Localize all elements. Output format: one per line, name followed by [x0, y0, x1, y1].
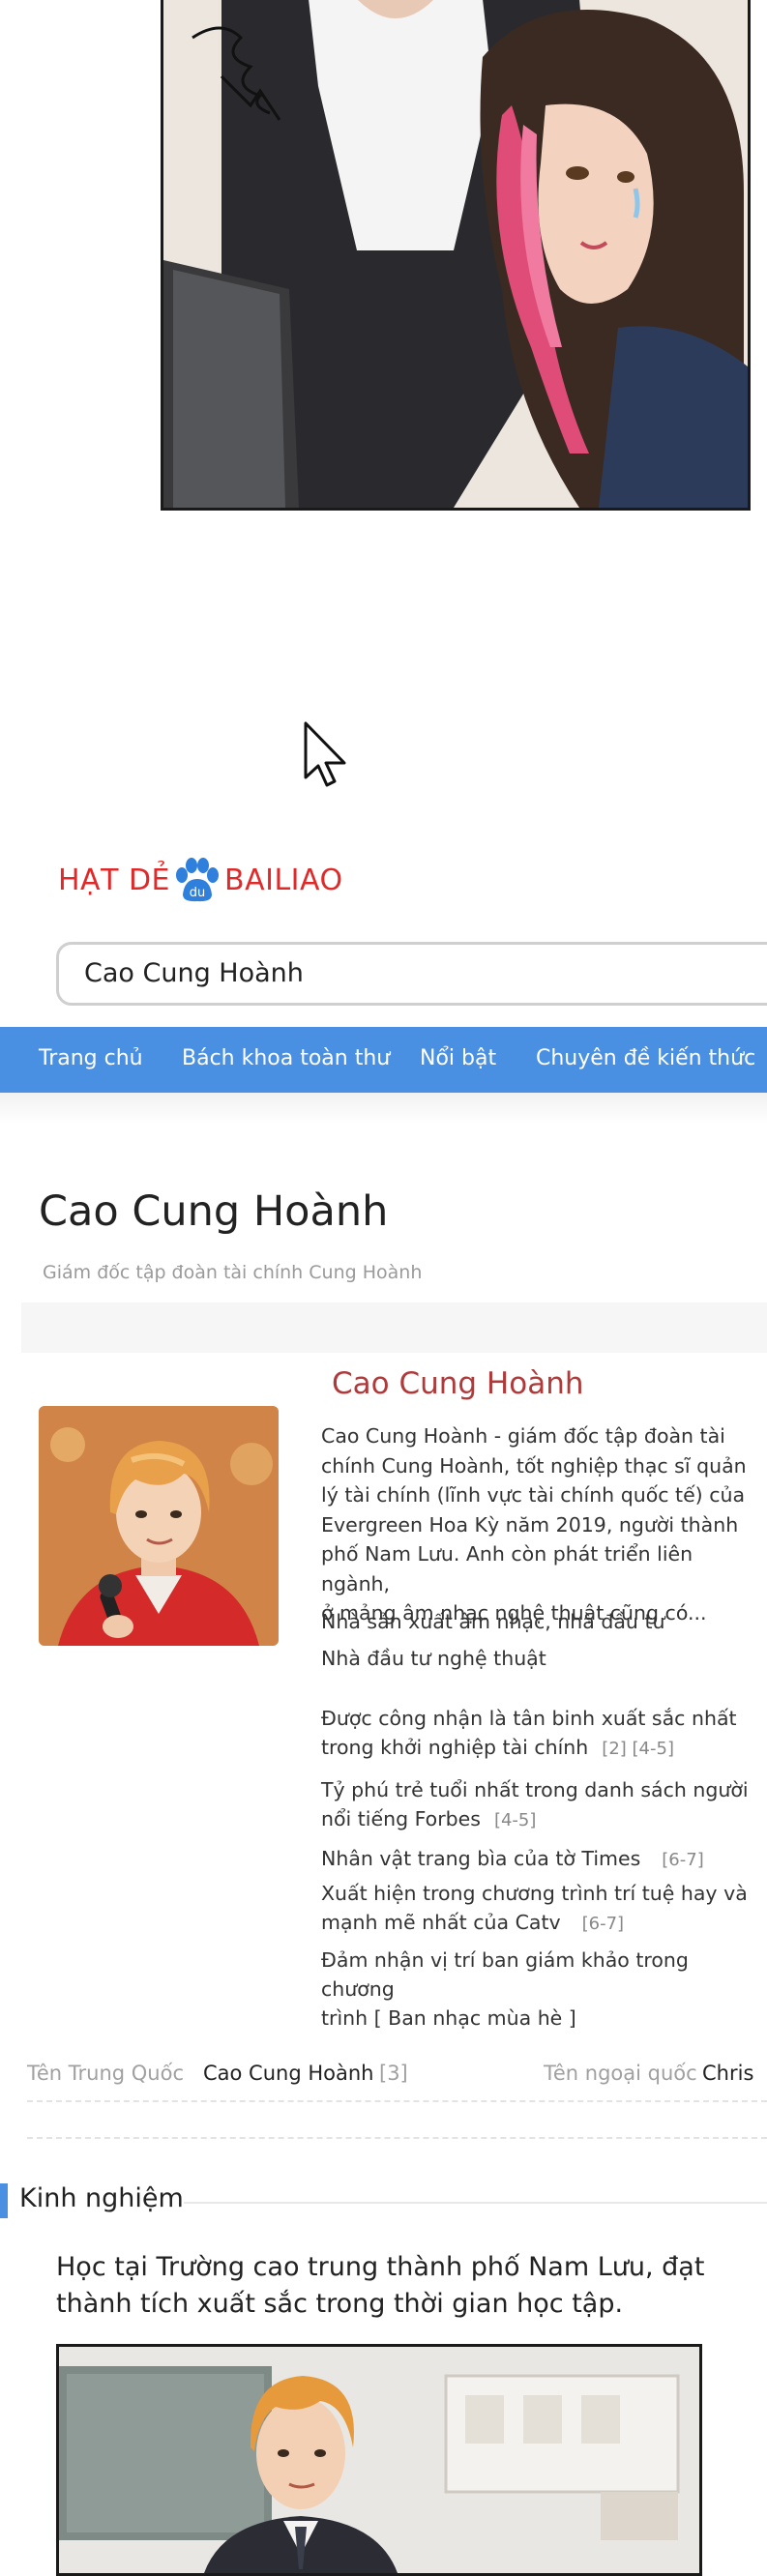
fact-item: Xuất hiện trong chương trình trí tuệ hay…: [321, 1879, 756, 1939]
reference-link[interactable]: [2] [4-5]: [602, 1739, 674, 1759]
fact-line: trong khởi nghiệp tài chính: [321, 1736, 589, 1759]
chinese-name-ref[interactable]: [3]: [379, 2062, 408, 2085]
profile-role: Nhà đầu tư nghệ thuật: [321, 1647, 546, 1670]
fact-line: nổi tiếng Forbes: [321, 1807, 481, 1830]
portrait-illustration: [39, 1406, 279, 1646]
nav-item-encyclopedia[interactable]: Bách khoa toàn thư: [182, 1046, 390, 1070]
profile-summary: Cao Cung Hoành - giám đốc tập đoàn tài c…: [321, 1421, 752, 1628]
reference-link[interactable]: [6-7]: [582, 1914, 624, 1934]
reference-link[interactable]: [6-7]: [662, 1850, 703, 1870]
fact-line: Nhân vật trang bìa của tờ Times: [321, 1847, 641, 1870]
nav-item-home[interactable]: Trang chủ: [39, 1046, 143, 1070]
fact-item: Nhân vật trang bìa của tờ Times [6-7]: [321, 1844, 756, 1875]
separator-band: [21, 1303, 767, 1353]
mouse-cursor-icon: [304, 721, 346, 787]
summary-line: Cao Cung Hoành - giám đốc tập đoàn tài: [321, 1424, 725, 1448]
fact-item: Tỷ phú trẻ tuổi nhất trong danh sách ngư…: [321, 1775, 756, 1835]
summary-line: lý tài chính (lĩnh vực tài chính quốc tế…: [321, 1483, 746, 1507]
chinese-name-label: Tên Trung Quốc: [27, 2062, 185, 2085]
section-marker: [0, 2183, 8, 2218]
fact-line: Tỷ phú trẻ tuổi nhất trong danh sách ngư…: [321, 1778, 749, 1801]
summary-line: Evergreen Hoa Kỳ năm 2019, người thành: [321, 1512, 739, 1537]
nav-item-topics[interactable]: Chuyên đề kiến thức: [536, 1046, 755, 1070]
fact-item: Đảm nhận vị trí ban giám khảo trong chươ…: [321, 1946, 756, 2033]
nav-item-featured[interactable]: Nổi bật: [420, 1046, 496, 1070]
nav-shadow: [0, 1093, 767, 1124]
section-rule: [184, 2202, 767, 2204]
fact-line: Đảm nhận vị trí ban giám khảo trong chươ…: [321, 1948, 689, 2001]
reference-link[interactable]: [4-5]: [494, 1810, 536, 1830]
foreign-name-value: Chris: [702, 2062, 754, 2085]
comic-illustration-classroom: [59, 2347, 699, 2573]
fact-item: Được công nhận là tân binh xuất sắc nhất…: [321, 1704, 756, 1764]
page-subtitle: Giám đốc tập đoàn tài chính Cung Hoành: [43, 1262, 423, 1283]
chinese-name-value: Cao Cung Hoành: [203, 2062, 374, 2085]
fact-line: Xuất hiện trong chương trình trí tuệ hay…: [321, 1882, 748, 1905]
comic-panel-top: [161, 0, 751, 511]
fact-line: Được công nhận là tân binh xuất sắc nhất: [321, 1707, 737, 1730]
main-nav: Trang chủ Bách khoa toàn thư Nổi bật Chu…: [0, 1027, 767, 1093]
search-input[interactable]: Cao Cung Hoành: [56, 942, 767, 1006]
page-title: Cao Cung Hoành: [39, 1187, 389, 1236]
comic-panel-bottom: [56, 2344, 702, 2576]
info-row: Tên Trung Quốc Cao Cung Hoành [3] Tên ng…: [27, 2062, 767, 2094]
logo-text-left: HẠT DẺ: [58, 863, 170, 897]
foreign-name-label: Tên ngoại quốc: [544, 2062, 697, 2085]
paw-icon: du: [176, 858, 219, 902]
profile-portrait[interactable]: [39, 1406, 279, 1646]
comic-illustration: [163, 0, 748, 508]
divider: [27, 2137, 767, 2139]
fact-line: mạnh mẽ nhất của Catv: [321, 1911, 561, 1934]
profile-role: Nhà sản xuất âm nhạc, nhà đầu tư: [321, 1610, 665, 1633]
logo-text-right: BAILIAO: [224, 863, 343, 897]
summary-line: chính Cung Hoành, tốt nghiệp thạc sĩ quả…: [321, 1453, 747, 1478]
divider: [27, 2100, 767, 2102]
paw-text: du: [190, 886, 206, 900]
profile-name: Cao Cung Hoành: [332, 1366, 584, 1401]
section-title: Kinh nghiệm: [19, 2183, 184, 2213]
summary-line: phố Nam Lưu. Anh còn phát triển liên ngà…: [321, 1542, 693, 1595]
site-logo[interactable]: HẠT DẺ du BAILIAO: [58, 858, 343, 902]
section-body: Học tại Trường cao trung thành phố Nam L…: [56, 2252, 705, 2319]
fact-line: trình [ Ban nhạc mùa hè ]: [321, 2006, 576, 2030]
